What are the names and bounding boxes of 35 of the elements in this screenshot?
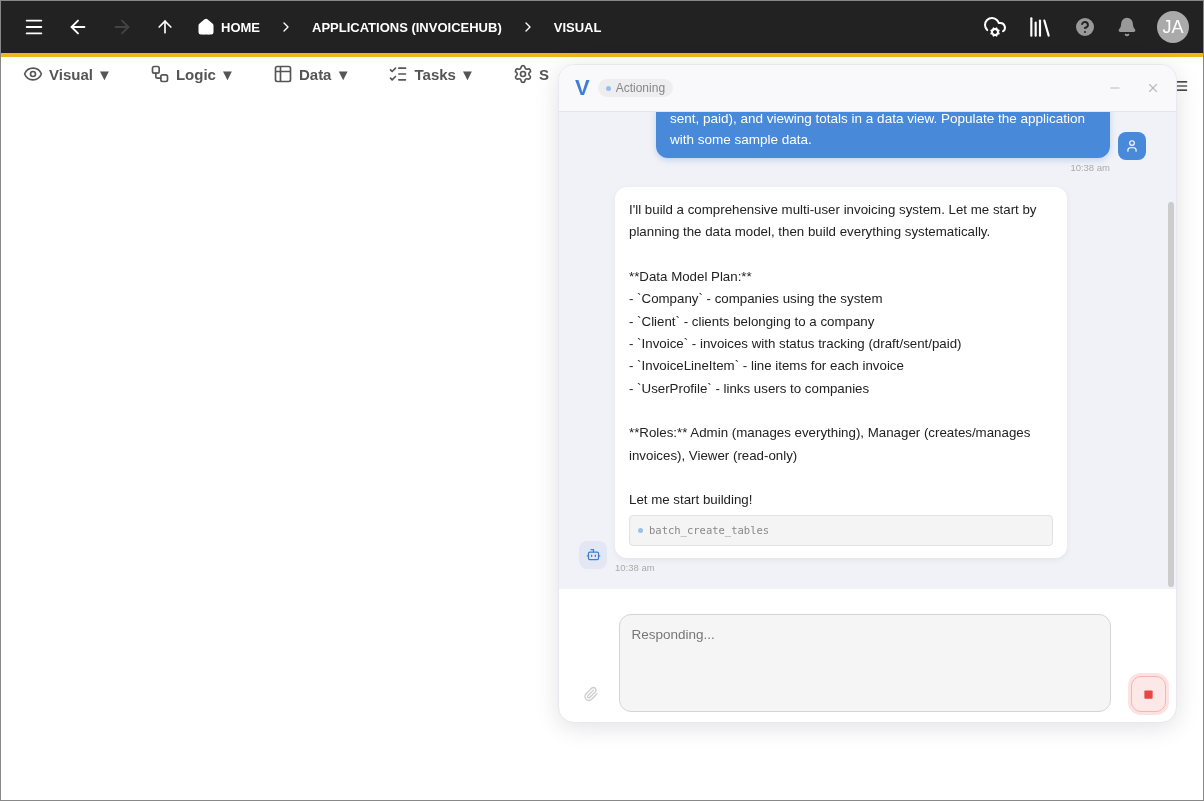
toolbar-menu[interactable]: Data ▼ [272, 64, 351, 84]
message-time: 10:38 am [1070, 162, 1110, 173]
menu-icon[interactable] [1175, 79, 1189, 93]
toolbar-menu[interactable]: Visual ▼ [23, 64, 112, 84]
cloud-icon[interactable] [983, 15, 1007, 39]
eye-icon [23, 64, 43, 84]
breadcrumb-link[interactable]: APPLICATIONS (INVOICEHUB) [312, 19, 502, 35]
notification-icon[interactable] [1117, 17, 1137, 37]
user-avatar-icon [1118, 131, 1146, 160]
table-icon [272, 64, 293, 84]
checklist-icon [388, 64, 409, 84]
tool-name: batch_create_tables [649, 523, 770, 539]
status-text: Actioning [615, 81, 666, 95]
help-icon[interactable] [1073, 15, 1097, 39]
breadcrumb-link[interactable]: HOME [197, 18, 260, 36]
settings-icon [512, 64, 533, 84]
home-icon [197, 18, 215, 36]
books-icon[interactable] [1027, 14, 1053, 40]
message-text: **Data Model Plan:** - `Company` - companies using the system - `Client` - clients belonging to a company - `Invoice` - invoices with status tracking (draft/sent/paid) - `InvoiceLineItem` - line items for each invoice - `UserProfile` - links users to companies [629, 267, 963, 398]
stop-button[interactable] [1130, 676, 1166, 712]
breadcrumb-link[interactable]: VISUAL [553, 19, 602, 35]
user-message: sent, paid), and viewing totals in a data view. Populate the application with some sample data. [656, 112, 1110, 158]
flow-icon [149, 64, 170, 84]
scrollbar[interactable] [1168, 202, 1174, 587]
bot-avatar [579, 540, 607, 569]
message-time: 10:38 am [615, 561, 655, 573]
toolbar-menu[interactable]: Logic ▼ [149, 64, 235, 84]
toolbar-menu[interactable]: S [512, 64, 549, 84]
message-text: **Roles:** Admin (manages everything), Manager (creates/manages invoices), Viewer (read-only) [629, 424, 1032, 465]
logo: V [575, 75, 590, 101]
stop-icon [1143, 688, 1154, 700]
message-text: I'll build a comprehensive multi-user invoicing system. Let me start by planning the data model, then build everything systematically. [629, 201, 1038, 242]
message-input[interactable]: Responding... [618, 614, 1111, 712]
message-text: Let me start building! [629, 491, 754, 510]
toolbar-menu[interactable]: Tasks ▼ [388, 64, 475, 84]
